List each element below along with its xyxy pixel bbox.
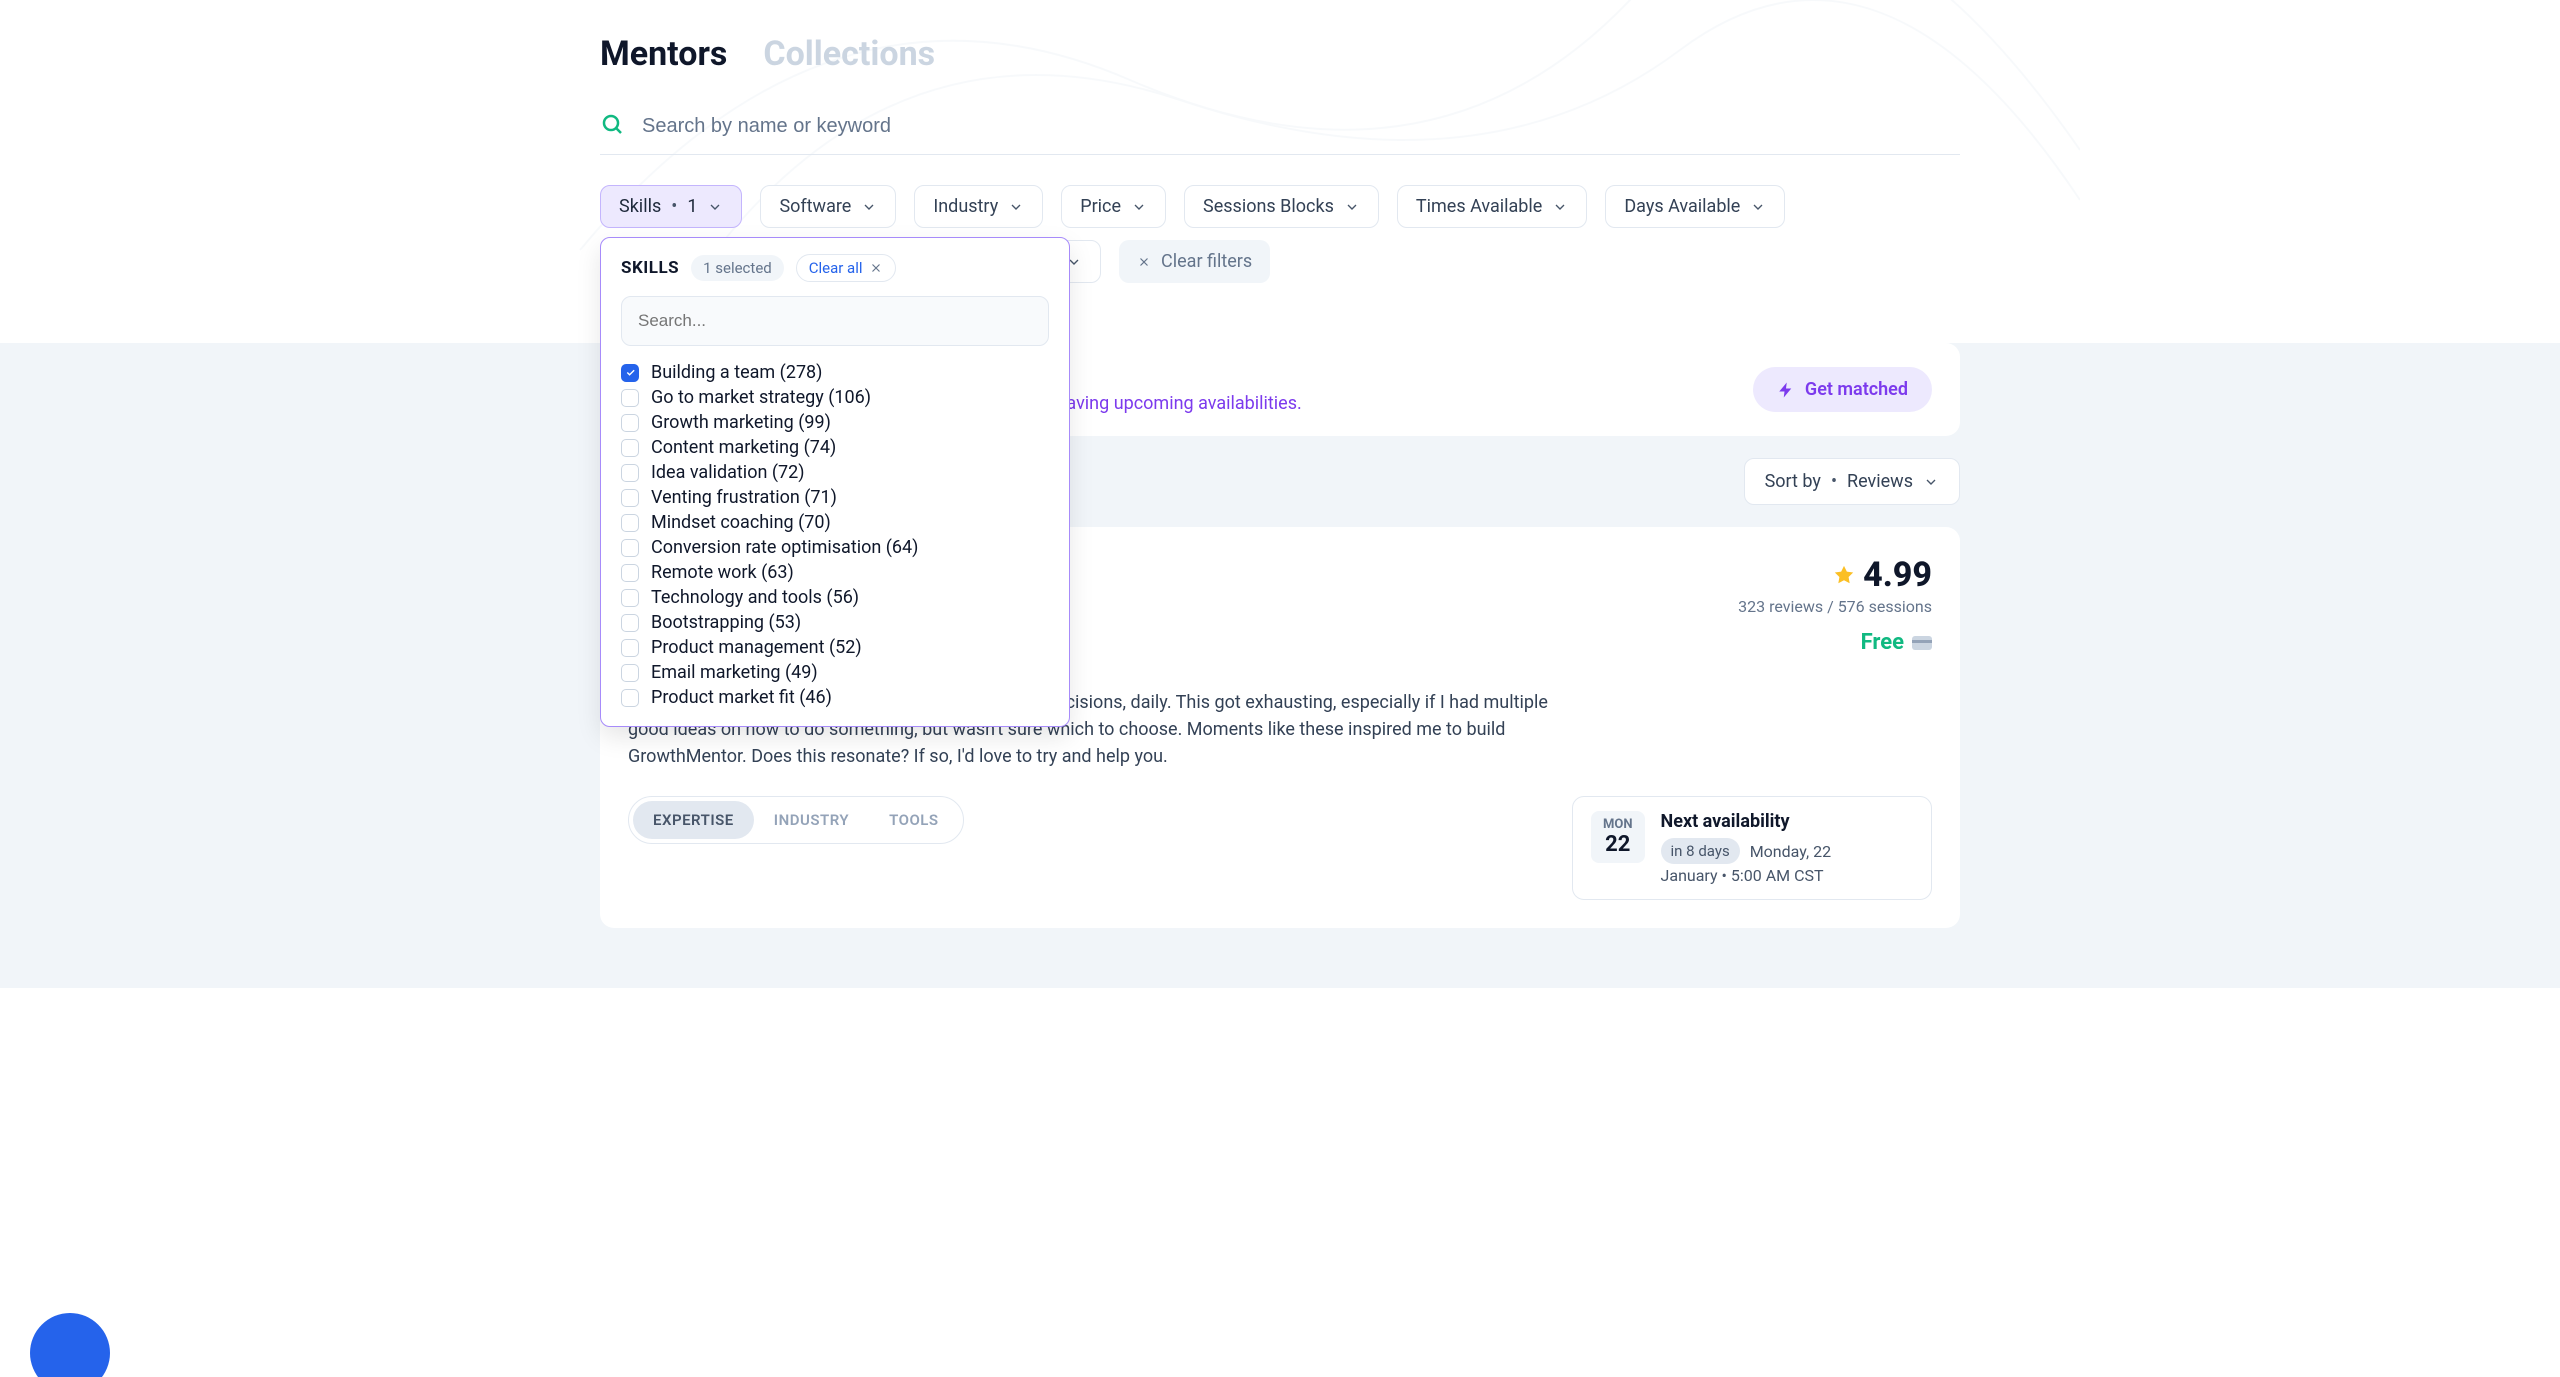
skills-dropdown: SKILLS 1 selected Clear all Building a t… (600, 237, 1070, 727)
search-input[interactable] (642, 115, 1960, 138)
checkbox[interactable] (621, 639, 639, 657)
sort-dropdown[interactable]: Sort by • Reviews (1744, 458, 1960, 505)
skill-tab-industry[interactable]: INDUSTRY (754, 801, 869, 839)
filter-bar: Skills • 1 Software Industry Price Sessi… (600, 155, 1960, 240)
skill-option[interactable]: Building a team (278) (621, 360, 1049, 385)
skill-option[interactable]: Email marketing (49) (621, 660, 1049, 685)
get-matched-button[interactable]: Get matched (1753, 367, 1932, 412)
availability-time: January • 5:00 AM CST (1661, 866, 1913, 885)
skill-option-label: Bootstrapping (53) (651, 612, 801, 633)
star-icon (1833, 564, 1855, 586)
filter-days-available[interactable]: Days Available (1605, 185, 1785, 228)
close-icon (869, 261, 883, 275)
bolt-icon (1777, 381, 1795, 399)
filter-price[interactable]: Price (1061, 185, 1166, 228)
mentor-price: Free (1861, 630, 1904, 655)
skill-option-label: Go to market strategy (106) (651, 387, 871, 408)
skill-option[interactable]: Remote work (63) (621, 560, 1049, 585)
availability-card[interactable]: MON 22 Next availability in 8 days Monda… (1572, 796, 1932, 900)
dropdown-search-input[interactable] (621, 296, 1049, 346)
checkbox[interactable] (621, 539, 639, 557)
search-icon (600, 112, 624, 140)
mentor-reviews-count: 323 reviews / 576 sessions (1738, 597, 1932, 616)
filter-skills-count: 1 (687, 196, 697, 217)
skill-option-label: Conversion rate optimisation (64) (651, 537, 918, 558)
clear-filters-button[interactable]: Clear filters (1119, 240, 1270, 283)
dropdown-selected-badge: 1 selected (691, 255, 784, 281)
filter-software[interactable]: Software (760, 185, 896, 228)
skill-option[interactable]: Content marketing (74) (621, 435, 1049, 460)
checkbox[interactable] (621, 514, 639, 532)
skill-option-label: Remote work (63) (651, 562, 794, 583)
chevron-down-icon (1923, 474, 1939, 490)
checkbox[interactable] (621, 614, 639, 632)
checkbox[interactable] (621, 689, 639, 707)
filter-skills-label: Skills (619, 196, 661, 217)
checkbox[interactable] (621, 389, 639, 407)
filter-times-available[interactable]: Times Available (1397, 185, 1587, 228)
filter-skills[interactable]: Skills • 1 (600, 185, 742, 228)
skill-tab-expertise[interactable]: EXPERTISE (633, 801, 754, 839)
skill-option-label: Content marketing (74) (651, 437, 836, 458)
checkbox[interactable] (621, 664, 639, 682)
tab-mentors[interactable]: Mentors (600, 34, 727, 74)
availability-in-days: in 8 days (1661, 838, 1740, 864)
skill-option-label: Product management (52) (651, 637, 862, 658)
dropdown-title: SKILLS (621, 258, 679, 278)
skill-option[interactable]: Bootstrapping (53) (621, 610, 1049, 635)
skill-option-label: Growth marketing (99) (651, 412, 831, 433)
skill-option-label: Technology and tools (56) (651, 587, 859, 608)
skill-option[interactable]: Mindset coaching (70) (621, 510, 1049, 535)
main-tabs: Mentors Collections (600, 0, 1960, 98)
chevron-down-icon (707, 199, 723, 215)
skill-option[interactable]: Idea validation (72) (621, 460, 1049, 485)
chevron-down-icon (1750, 199, 1766, 215)
skill-option[interactable]: Technology and tools (56) (621, 585, 1049, 610)
dropdown-list: Building a team (278) Go to market strate… (601, 360, 1069, 710)
skill-option-label: Email marketing (49) (651, 662, 818, 683)
mentor-rating: 4.99 (1863, 555, 1932, 595)
checkbox[interactable] (621, 564, 639, 582)
checkbox[interactable] (621, 364, 639, 382)
skill-option[interactable]: Product management (52) (621, 635, 1049, 660)
filter-industry[interactable]: Industry (914, 185, 1043, 228)
availability-title: Next availability (1661, 811, 1913, 832)
availability-date: Monday, 22 (1750, 842, 1831, 861)
skill-option-label: Venting frustration (71) (651, 487, 837, 508)
availability-date-block: MON 22 (1591, 811, 1645, 863)
chevron-down-icon (861, 199, 877, 215)
chevron-down-icon (1008, 199, 1024, 215)
checkbox[interactable] (621, 439, 639, 457)
chat-fab[interactable] (30, 1313, 110, 1377)
skill-option-label: Idea validation (72) (651, 462, 805, 483)
skill-tab-tools[interactable]: TOOLS (869, 801, 958, 839)
tab-collections[interactable]: Collections (763, 34, 935, 74)
checkbox[interactable] (621, 414, 639, 432)
checkbox[interactable] (621, 589, 639, 607)
skill-option[interactable]: Venting frustration (71) (621, 485, 1049, 510)
chevron-down-icon (1131, 199, 1147, 215)
close-icon (1137, 255, 1151, 269)
skill-option[interactable]: Go to market strategy (106) (621, 385, 1049, 410)
checkbox[interactable] (621, 489, 639, 507)
skill-option[interactable]: Growth marketing (99) (621, 410, 1049, 435)
search-bar (600, 98, 1960, 155)
dropdown-clear-all[interactable]: Clear all (796, 254, 896, 282)
skill-option-label: Building a team (278) (651, 362, 822, 383)
chevron-down-icon (1344, 199, 1360, 215)
card-icon (1912, 636, 1932, 650)
filter-sessions-blocks[interactable]: Sessions Blocks (1184, 185, 1379, 228)
chevron-down-icon (1552, 199, 1568, 215)
skill-option[interactable]: Conversion rate optimisation (64) (621, 535, 1049, 560)
skill-option[interactable]: Product market fit (46) (621, 685, 1049, 710)
skill-option-label: Mindset coaching (70) (651, 512, 831, 533)
checkbox[interactable] (621, 464, 639, 482)
mentor-skill-tabs: EXPERTISE INDUSTRY TOOLS (628, 796, 964, 844)
skill-option-label: Product market fit (46) (651, 687, 832, 708)
